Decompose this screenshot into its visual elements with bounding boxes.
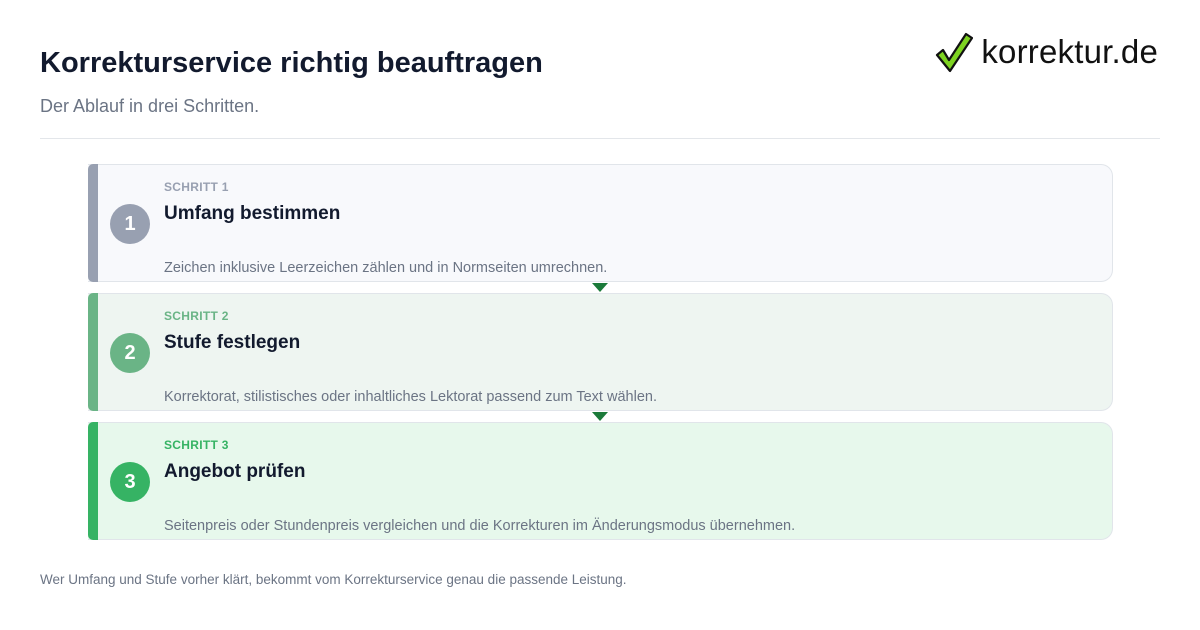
step-card-2: 2 SCHRITT 2 Stufe festlegen Korrektorat,… [88, 293, 1113, 421]
step-label: SCHRITT 2 [164, 309, 229, 323]
step-card-1: 1 SCHRITT 1 Umfang bestimmen Zeichen ink… [88, 164, 1113, 292]
step-description: Korrektorat, stilistisches oder inhaltli… [164, 389, 657, 405]
page-subtitle: Der Ablauf in drei Schritten. [40, 96, 260, 116]
step-accent-bar [88, 164, 98, 282]
arrow-down-icon [592, 412, 608, 421]
step-number-badge: 2 [110, 333, 150, 373]
checkmark-icon [935, 31, 974, 73]
footer-note: Wer Umfang und Stufe vorher klärt, bekom… [40, 572, 627, 587]
step-label: SCHRITT 1 [164, 180, 229, 194]
logo-text: korrektur.de [981, 33, 1158, 70]
step-number-badge: 3 [110, 462, 150, 502]
logo[interactable]: korrektur.de [935, 30, 1158, 74]
step-description: Seitenpreis oder Stundenpreis vergleiche… [164, 518, 796, 534]
step-description: Zeichen inklusive Leerzeichen zählen und… [164, 260, 608, 276]
step-heading: Umfang bestimmen [164, 203, 341, 224]
step-card-3: 3 SCHRITT 3 Angebot prüfen Seitenpreis o… [88, 422, 1113, 540]
step-number-badge: 1 [110, 204, 150, 244]
step-label: SCHRITT 3 [164, 438, 229, 452]
step-heading: Stufe festlegen [164, 332, 301, 353]
step-accent-bar [88, 293, 98, 411]
step-heading: Angebot prüfen [164, 461, 306, 482]
header-divider [40, 138, 1160, 139]
steps-list: 1 SCHRITT 1 Umfang bestimmen Zeichen ink… [88, 164, 1113, 551]
step-accent-bar [88, 422, 98, 540]
arrow-down-icon [592, 283, 608, 292]
